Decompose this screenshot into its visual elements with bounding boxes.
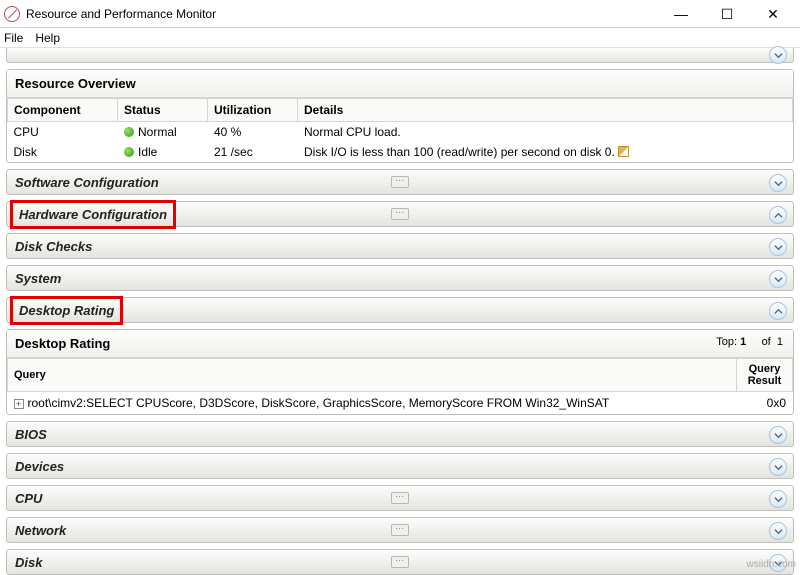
section-center-icon (391, 176, 409, 188)
resource-overview-title: Resource Overview (7, 70, 793, 98)
cell-details: Normal CPU load. (298, 122, 793, 143)
desktop-rating-title: Desktop Rating Top: 1 of 1 (7, 330, 793, 358)
chevron-down-icon[interactable] (769, 490, 787, 508)
section-hardware-configuration[interactable]: Hardware Configuration (6, 201, 794, 227)
cell-util: 21 /sec (208, 142, 298, 162)
section-disk[interactable]: Disk (6, 549, 794, 575)
section-center-icon (391, 524, 409, 536)
cell-component: CPU (8, 122, 118, 143)
menu-file[interactable]: File (4, 31, 23, 45)
app-icon (4, 6, 20, 22)
menu-help[interactable]: Help (35, 31, 60, 45)
cell-details: Disk I/O is less than 100 (read/write) p… (298, 142, 793, 162)
section-network[interactable]: Network (6, 517, 794, 543)
section-center-icon (391, 556, 409, 568)
close-button[interactable]: ✕ (756, 0, 790, 28)
cell-result: 0x0 (737, 392, 793, 415)
watermark: wsiidn.com (747, 559, 796, 570)
chevron-up-icon[interactable] (769, 206, 787, 224)
section-label: Devices (15, 459, 64, 474)
status-dot-green-icon (124, 127, 134, 137)
cell-util: 40 % (208, 122, 298, 143)
chevron-down-icon[interactable] (769, 174, 787, 192)
section-label: Software Configuration (15, 175, 159, 190)
section-desktop-rating[interactable]: Desktop Rating (6, 297, 794, 323)
col-details: Details (298, 99, 793, 122)
window-controls: — ☐ ✕ (664, 0, 796, 28)
section-label: CPU (15, 491, 42, 506)
cell-query: +root\cimv2:SELECT CPUScore, D3DScore, D… (8, 392, 737, 415)
col-utilization: Utilization (208, 99, 298, 122)
table-row: Disk Idle 21 /sec Disk I/O is less than … (8, 142, 793, 162)
section-center-icon (391, 208, 409, 220)
table-row: CPU Normal 40 % Normal CPU load. (8, 122, 793, 143)
cell-status: Normal (118, 122, 208, 143)
col-component: Component (8, 99, 118, 122)
edit-icon[interactable] (618, 146, 629, 157)
section-label: Hardware Configuration (15, 205, 171, 224)
minimize-button[interactable]: — (664, 0, 698, 28)
chevron-down-icon[interactable] (769, 238, 787, 256)
section-software-configuration[interactable]: Software Configuration (6, 169, 794, 195)
expand-icon[interactable]: + (14, 399, 24, 409)
section-label: Desktop Rating (15, 301, 118, 320)
section-devices[interactable]: Devices (6, 453, 794, 479)
chevron-down-icon[interactable] (769, 426, 787, 444)
cell-status: Idle (118, 142, 208, 162)
section-disk-checks[interactable]: Disk Checks (6, 233, 794, 259)
resource-overview-panel: Resource Overview Component Status Utili… (6, 69, 794, 163)
chevron-down-icon[interactable] (769, 270, 787, 288)
window-title: Resource and Performance Monitor (26, 7, 664, 21)
menu-bar: File Help (0, 28, 800, 48)
chevron-up-icon[interactable] (769, 302, 787, 320)
desktop-rating-panel: Desktop Rating Top: 1 of 1 Query Query R… (6, 329, 794, 415)
table-row: +root\cimv2:SELECT CPUScore, D3DScore, D… (8, 392, 793, 415)
title-bar: Resource and Performance Monitor — ☐ ✕ (0, 0, 800, 28)
section-cpu[interactable]: CPU (6, 485, 794, 511)
section-system[interactable]: System (6, 265, 794, 291)
section-label: System (15, 271, 61, 286)
pager: Top: 1 of 1 (716, 336, 783, 348)
section-center-icon (391, 492, 409, 504)
section-label: Disk Checks (15, 239, 92, 254)
section-label: Disk (15, 555, 42, 570)
maximize-button[interactable]: ☐ (710, 0, 744, 28)
section-label: BIOS (15, 427, 47, 442)
section-label: Network (15, 523, 66, 538)
cell-component: Disk (8, 142, 118, 162)
col-query: Query (8, 359, 737, 392)
section-bios[interactable]: BIOS (6, 421, 794, 447)
desktop-rating-table: Query Query Result +root\cimv2:SELECT CP… (7, 358, 793, 414)
chevron-down-icon[interactable] (769, 46, 787, 64)
chevron-down-icon[interactable] (769, 522, 787, 540)
section-truncated[interactable] (6, 48, 794, 63)
resource-overview-table: Component Status Utilization Details CPU… (7, 98, 793, 162)
col-status: Status (118, 99, 208, 122)
status-dot-green-icon (124, 147, 134, 157)
chevron-down-icon[interactable] (769, 458, 787, 476)
col-query-result: Query Result (737, 359, 793, 392)
